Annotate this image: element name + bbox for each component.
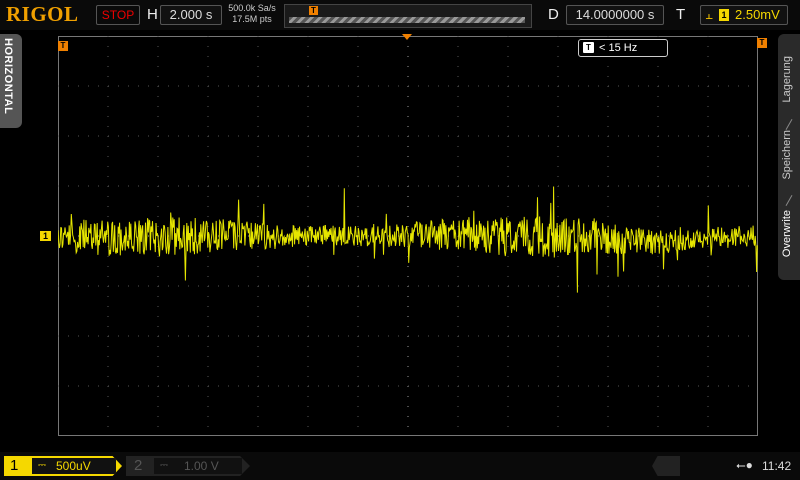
trigger-label: T	[676, 6, 686, 23]
bottom-status-bar: 1 ⎓ 500uV 2 ⎓ 1.00 V ⭠● 11:42	[0, 452, 800, 480]
menu-separator	[785, 119, 793, 130]
memory-position-bar[interactable]: T	[284, 4, 532, 28]
timebase-value[interactable]: 2.000 s	[160, 5, 222, 25]
channel-1-offset-marker[interactable]: 1	[40, 231, 51, 241]
run-stop-status[interactable]: STOP	[96, 5, 140, 25]
usb-icon: ⭠●	[736, 458, 753, 472]
trigger-level-marker: T	[757, 38, 767, 48]
softkey-menu: Lagerung Speichern Overwrite	[778, 34, 800, 280]
horizontal-menu-tab[interactable]: HORIZONTAL	[0, 34, 22, 128]
memory-depth: 17.5M pts	[232, 14, 272, 24]
menu-item-overwrite[interactable]: Overwrite	[781, 210, 793, 257]
filter-indicator: T < 15 Hz	[578, 39, 668, 57]
channel-2-scale: 1.00 V	[184, 459, 219, 473]
channel-1-button[interactable]: 1 ⎓ 500uV	[4, 456, 122, 476]
waveform-plot	[58, 36, 758, 427]
trigger-edge-icon: ⫠	[705, 7, 713, 22]
trigger-time-marker: T	[58, 41, 68, 51]
menu-separator	[785, 195, 793, 206]
channel-1-number: 1	[10, 457, 19, 474]
channel-2-number: 2	[134, 457, 143, 474]
horizontal-label: H	[147, 6, 158, 23]
menu-item-speichern[interactable]: Speichern	[781, 130, 793, 180]
channel-2-scale-box: ⎓ 1.00 V	[154, 458, 242, 474]
horizontal-menu-label: HORIZONTAL	[2, 38, 14, 115]
channel-1-scale-box: ⎓ 500uV	[32, 458, 116, 474]
trigger-level: 2.50mV	[735, 7, 780, 22]
clock: 11:42	[762, 459, 792, 473]
trigger-center-marker	[402, 34, 412, 40]
trigger-source: 1	[719, 9, 729, 21]
top-status-bar: RIGOL STOP H 2.000 s 500.0k Sa/s 17.5M p…	[0, 0, 800, 30]
acquisition-info: 500.0k Sa/s 17.5M pts	[226, 3, 278, 25]
filter-value: < 15 Hz	[599, 42, 638, 54]
delay-value[interactable]: 14.0000000 s	[566, 5, 664, 25]
sample-rate: 500.0k Sa/s	[228, 3, 276, 13]
brand-logo: RIGOL	[6, 2, 79, 26]
channel-1-scale: 500uV	[56, 459, 91, 473]
menu-item-lagerung[interactable]: Lagerung	[781, 56, 793, 103]
dc-coupling-icon: ⎓	[38, 460, 46, 471]
math-menu-button[interactable]	[652, 456, 680, 476]
dc-coupling-icon: ⎓	[160, 460, 168, 471]
trigger-settings[interactable]: ⫠ 1 2.50mV	[700, 5, 788, 25]
channel-2-button[interactable]: 2 ⎓ 1.00 V	[126, 456, 250, 476]
filter-icon: T	[583, 42, 594, 53]
delay-label: D	[548, 6, 559, 23]
trigger-position-marker: T	[309, 6, 318, 15]
memory-track	[289, 17, 525, 23]
